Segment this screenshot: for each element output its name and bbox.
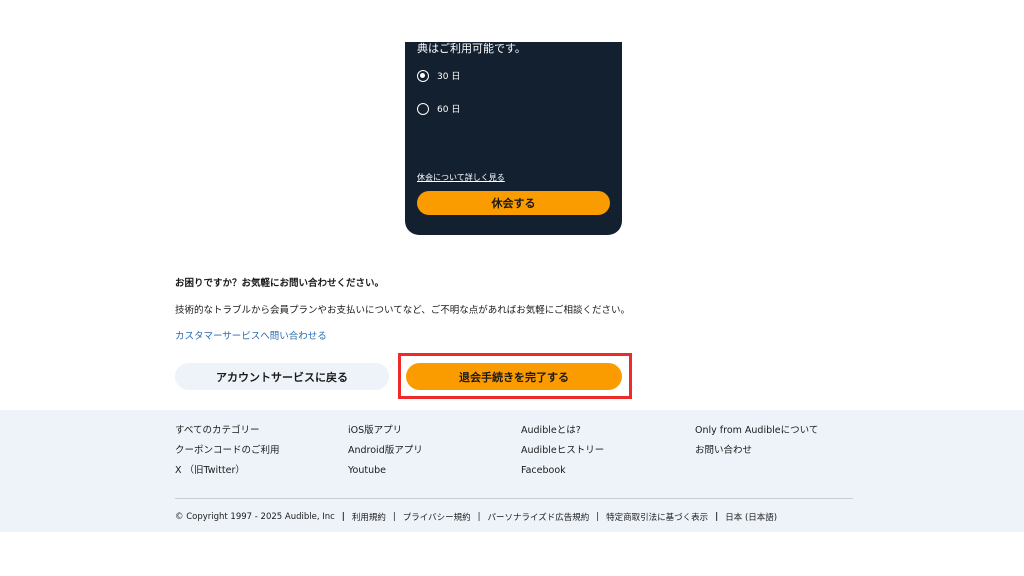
footer-link[interactable]: すべてのカテゴリー	[175, 424, 280, 438]
footer-column-1: すべてのカテゴリー クーポンコードのご利用 X （旧Twitter）	[175, 424, 280, 478]
learn-more-link[interactable]: 休会について詳しく見る	[417, 172, 505, 183]
separator: |	[392, 512, 396, 522]
footer-link[interactable]: Audibleとは?	[521, 424, 604, 438]
legal-link-terms[interactable]: 利用規約	[352, 511, 386, 523]
separator: |	[477, 512, 481, 522]
footer-link[interactable]: Youtube	[348, 464, 423, 478]
footer-column-3: Audibleとは? Audibleヒストリー Facebook	[521, 424, 604, 478]
footer-column-4: Only from Audibleについて お問い合わせ	[695, 424, 818, 458]
separator: |	[596, 512, 600, 522]
option-30-days[interactable]: 30 日	[417, 69, 460, 82]
footer-link[interactable]: お問い合わせ	[695, 444, 818, 458]
card-description: 典はご利用可能です。	[417, 42, 526, 55]
separator: |	[715, 512, 719, 522]
option-60-days[interactable]: 60 日	[417, 102, 460, 115]
pause-plan-card: 典はご利用可能です。 30 日 60 日 休会について詳しく見る 休会する	[405, 42, 622, 235]
legal-link-personalized-ads[interactable]: パーソナライズド広告規約	[488, 511, 590, 523]
copyright-text: © Copyright 1997 - 2025 Audible, Inc	[175, 512, 335, 522]
option-label: 60 日	[437, 105, 461, 115]
site-footer: すべてのカテゴリー クーポンコードのご利用 X （旧Twitter） iOS版ア…	[0, 410, 1024, 532]
footer-link[interactable]: Android版アプリ	[348, 444, 423, 458]
footer-link[interactable]: Only from Audibleについて	[695, 424, 818, 438]
legal-link-privacy[interactable]: プライバシー規約	[403, 511, 471, 523]
footer-link[interactable]: Facebook	[521, 464, 604, 478]
option-label: 30 日	[437, 72, 461, 82]
separator: |	[341, 512, 345, 522]
radio-selected-icon[interactable]	[417, 69, 429, 82]
radio-unselected-icon[interactable]	[417, 102, 429, 115]
back-to-account-button[interactable]: アカウントサービスに戻る	[175, 363, 389, 390]
language-selector[interactable]: 日本 (日本語)	[725, 511, 777, 523]
footer-divider	[175, 498, 853, 499]
footer-link[interactable]: X （旧Twitter）	[175, 464, 280, 478]
complete-cancellation-button[interactable]: 退会手続きを完了する	[406, 363, 622, 390]
contact-support-link[interactable]: カスタマーサービスへ問い合わせる	[175, 328, 327, 342]
footer-link[interactable]: Audibleヒストリー	[521, 444, 604, 458]
footer-link[interactable]: クーポンコードのご利用	[175, 444, 280, 458]
legal-link-commerce-law[interactable]: 特定商取引法に基づく表示	[606, 511, 708, 523]
footer-column-2: iOS版アプリ Android版アプリ Youtube	[348, 424, 423, 478]
pause-membership-button[interactable]: 休会する	[417, 191, 610, 215]
help-title: お困りですか？お気軽にお問い合わせください。	[175, 278, 385, 289]
legal-bar: © Copyright 1997 - 2025 Audible, Inc | 利…	[175, 511, 777, 523]
footer-link[interactable]: iOS版アプリ	[348, 424, 423, 438]
help-description: 技術的なトラブルから会員プランやお支払いについてなど、ご不明な点があればお気軽に…	[175, 305, 631, 316]
